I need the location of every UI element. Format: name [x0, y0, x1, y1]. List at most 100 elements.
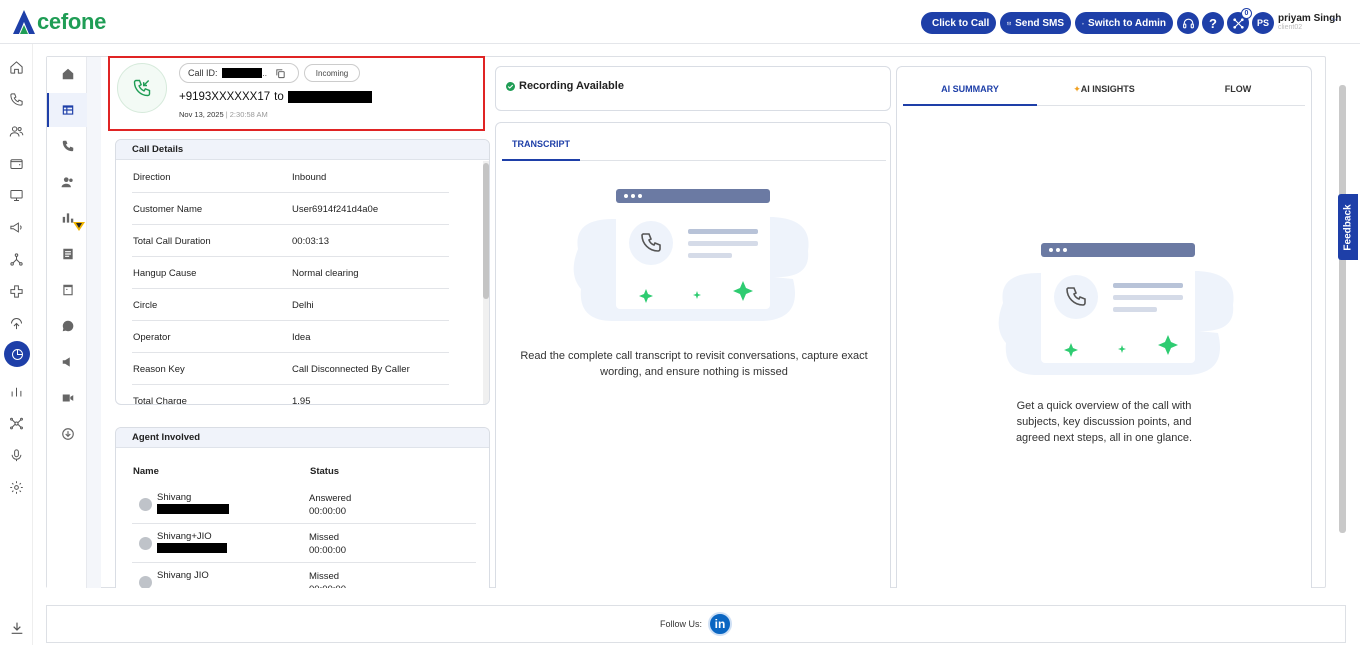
chevron-down-icon[interactable]: ⌵ [1331, 13, 1338, 24]
agent-status-button[interactable] [1177, 12, 1199, 34]
monitor-icon[interactable] [7, 186, 26, 205]
details-scrollbar[interactable] [483, 161, 489, 404]
detail-key: Reason Key [133, 364, 185, 375]
detail-key: Total Charge [133, 396, 187, 405]
click-to-call-button[interactable]: Click to Call [921, 12, 996, 34]
integrations-icon[interactable] [7, 282, 26, 301]
call-details-title: Call Details [116, 140, 489, 160]
detail-row: Operator Idea [132, 321, 449, 353]
hierarchy-icon[interactable] [7, 250, 26, 269]
home-icon[interactable] [7, 58, 26, 77]
contacts-icon[interactable] [7, 122, 26, 141]
notifications-button[interactable]: 0 [1227, 8, 1252, 34]
announce-icon[interactable] [59, 353, 77, 371]
home-icon[interactable] [59, 65, 77, 83]
table-icon[interactable] [59, 101, 77, 119]
transcript-panel: TRANSCRIPT Read the complete call transc… [495, 122, 891, 588]
user-avatar-icon [139, 537, 152, 550]
help-icon: ? [1209, 15, 1217, 31]
network-icon[interactable] [7, 414, 26, 433]
incoming-call-avatar [117, 63, 167, 113]
redacted-agent-number [157, 504, 229, 514]
user-avatar-icon [139, 576, 152, 588]
acefone-logo[interactable]: cefone [12, 8, 106, 36]
video-icon[interactable] [59, 389, 77, 407]
agent-row: Shivang JIO Missed00:00:00 [132, 563, 476, 588]
ai-description: Get a quick overview of the call with su… [1015, 400, 1193, 444]
agent-status: Missed00:00:00 [309, 571, 346, 588]
redacted-to-number [287, 91, 372, 103]
agent-status-header: Status [310, 466, 340, 477]
user-avatar[interactable]: PS [1252, 12, 1274, 34]
download-icon[interactable] [9, 620, 25, 636]
calendar-icon[interactable] [59, 281, 77, 299]
call-details-panel: Call Details Direction Inbound Customer Na… [115, 139, 490, 405]
call-log-icon[interactable] [59, 137, 77, 155]
top-bar: cefone Click to Call Send SMS Switch to … [0, 0, 1360, 44]
tab-ai-insights[interactable]: ✦AI INSIGHTS [1037, 84, 1171, 95]
detail-row: Total Charge 1.95 [132, 385, 449, 405]
tab-transcript[interactable]: TRANSCRIPT [502, 139, 580, 149]
detail-key: Circle [133, 300, 158, 311]
agent-involved-title: Agent Involved [116, 428, 489, 448]
tab-flow[interactable]: FLOW [1171, 84, 1305, 94]
detail-row: Circle Delhi [132, 289, 449, 321]
megaphone-icon[interactable] [7, 218, 26, 237]
tab-ai-summary[interactable]: AI SUMMARY [903, 84, 1037, 94]
user-subtitle: client02 [1278, 24, 1303, 31]
microphone-icon[interactable] [7, 446, 26, 465]
detail-value: Idea [292, 332, 311, 343]
detail-key: Direction [133, 172, 171, 183]
main-sidebar [0, 44, 33, 645]
copy-icon[interactable] [275, 68, 286, 79]
detail-row: Direction Inbound [132, 161, 449, 193]
agent-name-header: Name [133, 466, 159, 477]
ai-panel: AI SUMMARY ✦AI INSIGHTS FLOW Get a quick… [896, 66, 1312, 588]
redacted-call-id [221, 68, 262, 78]
page-scrollbar[interactable] [1339, 85, 1346, 533]
list-icon[interactable] [59, 245, 77, 263]
agent-row: Shivang Answered 00:00:00 [132, 485, 476, 524]
detail-value: Inbound [292, 172, 327, 183]
feedback-button[interactable]: Feedback [1338, 194, 1358, 260]
chat-icon[interactable] [59, 317, 77, 335]
ivr-icon[interactable] [7, 314, 26, 333]
recording-label: Recording Available [519, 80, 624, 92]
detail-value: User6914f241d4a0e [292, 204, 379, 215]
sms-icon [1007, 21, 1011, 25]
recording-panel: Recording Available [495, 66, 891, 111]
reports-icon[interactable] [4, 341, 30, 367]
users-icon [1082, 22, 1084, 24]
agent-involved-panel: Agent Involved Name Status Shivang Answer… [115, 427, 490, 588]
detail-key: Total Call Duration [133, 236, 211, 247]
network-icon [1232, 17, 1244, 29]
logo-text: cefone [37, 9, 107, 34]
call-direction-pill: Incoming [304, 64, 360, 82]
user-avatar-icon [139, 498, 152, 511]
from-number: +9193XXXXXX17 [179, 91, 271, 103]
detail-row: Customer Name User6914f241d4a0e [132, 193, 449, 225]
transcript-illustration-icon [573, 189, 809, 321]
logo-a-icon [13, 10, 35, 34]
call-time: 2:30:58 AM [229, 110, 268, 119]
headset-icon [1182, 18, 1194, 28]
phone-icon[interactable] [7, 90, 26, 109]
linkedin-icon[interactable]: in [708, 612, 732, 636]
send-sms-button[interactable]: Send SMS [1000, 12, 1071, 34]
help-button[interactable]: ? [1202, 12, 1224, 34]
users-icon[interactable] [59, 173, 77, 191]
ai-illustration-icon [998, 243, 1234, 375]
detail-value: Call Disconnected By Caller [292, 364, 410, 375]
switch-to-admin-button[interactable]: Switch to Admin [1075, 12, 1173, 34]
wallet-icon[interactable] [7, 154, 26, 173]
analytics-icon[interactable] [7, 382, 26, 401]
detail-key: Customer Name [133, 204, 203, 215]
settings-icon[interactable] [7, 478, 26, 497]
download-circle-icon[interactable] [59, 425, 77, 443]
send-sms-label: Send SMS [1015, 17, 1064, 29]
call-numbers: +9193XXXXXX17 to [179, 91, 372, 103]
detail-value: Normal clearing [292, 268, 359, 279]
call-date: Nov 13, 2025 [179, 110, 224, 119]
transcript-description: Read the complete call transcript to rev… [520, 350, 868, 378]
agent-row: Shivang+JIO Missed 00:00:00 [132, 524, 476, 563]
